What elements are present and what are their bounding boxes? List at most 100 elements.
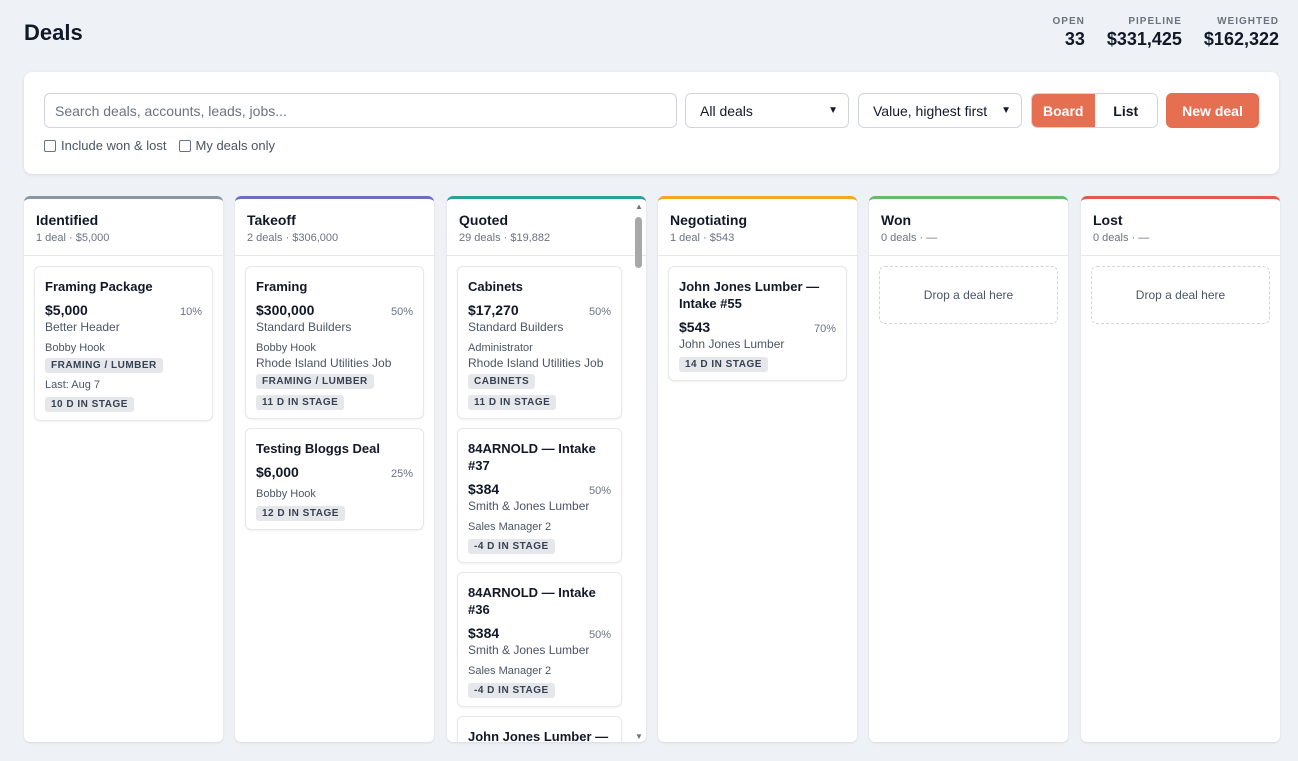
column-body: Drop a deal here — [1081, 256, 1280, 742]
deal-probability: 50% — [588, 485, 611, 497]
deal-value-row: $384 50% — [468, 481, 611, 497]
column-summary: 1 deal · $543 — [670, 232, 735, 244]
deal-value: $6,000 — [256, 464, 299, 480]
column-body: Cabinets $17,270 50% Standard Builders A… — [447, 256, 646, 742]
deal-title: 84ARNOLD — Intake #37 — [468, 441, 596, 473]
stat-pipeline: PIPELINE $331,425 — [1107, 16, 1182, 50]
deal-job: Rhode Island Utilities Job — [256, 356, 392, 370]
column-header: Won 0 deals · — — [869, 199, 1068, 256]
deal-account: John Jones Lumber — [679, 337, 785, 351]
column-title: Quoted — [459, 212, 508, 228]
stats-summary: OPEN 33 PIPELINE $331,425 WEIGHTED $162,… — [1053, 16, 1280, 50]
column-header: Identified 1 deal · $5,000 — [24, 199, 223, 256]
deal-card[interactable]: Framing Package $5,000 10% Better Header… — [34, 266, 213, 421]
deal-value: $17,270 — [468, 302, 519, 318]
scrollbar-thumb[interactable] — [635, 217, 642, 268]
filter-checkboxes: Include won & lost My deals only — [44, 138, 275, 153]
column-summary: 29 deals · $19,882 — [459, 232, 551, 244]
column-body: Drop a deal here — [869, 256, 1068, 742]
deal-stage-age: -4 D IN STAGE — [468, 683, 555, 698]
chevron-down-icon: ▼ — [828, 105, 838, 116]
deal-stage-age: 12 D IN STAGE — [256, 506, 345, 521]
toolbar: All deals ▼ Value, highest first ▼ Board… — [24, 72, 1279, 174]
column-summary: 2 deals · $306,000 — [247, 232, 339, 244]
scroll-up-icon[interactable]: ▲ — [635, 202, 643, 211]
deal-title: Framing Package — [45, 279, 153, 294]
stat-label: OPEN — [1052, 16, 1085, 27]
deal-probability: 10% — [179, 306, 202, 318]
deal-tag: FRAMING / LUMBER — [256, 374, 374, 389]
deal-account: Standard Builders — [468, 320, 564, 334]
deal-value: $300,000 — [256, 302, 315, 318]
deal-title: 84ARNOLD — Intake #36 — [468, 585, 596, 617]
column-title: Won — [881, 212, 912, 228]
new-deal-button[interactable]: New deal — [1166, 93, 1259, 128]
deal-card[interactable]: Cabinets $17,270 50% Standard Builders A… — [457, 266, 622, 419]
column-takeoff: Takeoff 2 deals · $306,000 Framing $300,… — [235, 196, 434, 742]
deal-value-row: $6,000 25% — [256, 464, 413, 480]
deal-stage-age: 14 D IN STAGE — [679, 357, 768, 372]
deal-value: $384 — [468, 481, 500, 497]
deal-filter-select[interactable]: All deals ▼ — [685, 93, 849, 128]
column-header: Quoted 29 deals · $19,882 — [447, 199, 646, 256]
deal-account: Better Header — [45, 320, 120, 334]
column-header: Takeoff 2 deals · $306,000 — [235, 199, 434, 256]
column-won: Won 0 deals · — Drop a deal here — [869, 196, 1068, 742]
deal-value: $5,000 — [45, 302, 88, 318]
board-view-button[interactable]: Board — [1032, 94, 1095, 127]
sort-select[interactable]: Value, highest first ▼ — [858, 93, 1022, 128]
deal-title: Framing — [256, 279, 308, 294]
chevron-down-icon: ▼ — [1001, 105, 1011, 116]
stat-value: $331,425 — [1106, 29, 1182, 49]
checkbox-icon[interactable] — [44, 139, 56, 152]
column-identified: Identified 1 deal · $5,000 Framing Packa… — [24, 196, 223, 742]
column-body: John Jones Lumber — Intake #55 $543 70% … — [658, 256, 857, 742]
column-quoted: Quoted 29 deals · $19,882 Cabinets $17,2… — [447, 196, 646, 742]
drop-zone[interactable]: Drop a deal here — [1091, 266, 1270, 324]
column-header: Lost 0 deals · — — [1081, 199, 1280, 256]
stat-open: OPEN 33 — [1053, 16, 1085, 50]
list-view-button[interactable]: List — [1094, 94, 1157, 127]
column-summary: 1 deal · $5,000 — [36, 232, 110, 244]
deal-title: John Jones Lumber — — [468, 729, 609, 742]
checkbox-icon[interactable] — [178, 139, 191, 152]
deal-value: $543 — [679, 319, 711, 335]
column-scrollbar[interactable]: ▲ ▼ — [632, 199, 646, 742]
deal-title: Cabinets — [468, 279, 523, 294]
deal-stage-age: -4 D IN STAGE — [468, 539, 555, 554]
my-deals-only-checkbox[interactable]: My deals only — [178, 138, 275, 153]
deal-account: Smith & Jones Lumber — [468, 643, 590, 657]
deal-value-row: $384 50% — [468, 625, 611, 641]
deal-owner: Sales Manager 2 — [468, 521, 552, 533]
include-won-lost-checkbox[interactable]: Include won & lost — [44, 138, 167, 153]
deal-probability: 50% — [390, 306, 413, 318]
deal-card[interactable]: John Jones Lumber — Intake #55 $543 70% … — [668, 266, 847, 381]
deal-title: Testing Bloggs Deal — [256, 441, 380, 456]
deal-card[interactable]: 84ARNOLD — Intake #37 $384 50% Smith & J… — [457, 428, 622, 563]
column-body: Framing $300,000 50% Standard Builders B… — [235, 256, 434, 742]
sort-value: Value, highest first — [873, 102, 988, 119]
deal-owner: Sales Manager 2 — [468, 665, 552, 677]
checkbox-label: My deals only — [195, 138, 275, 153]
column-title: Negotiating — [670, 212, 747, 228]
deal-card[interactable]: Testing Bloggs Deal $6,000 25% Bobby Hoo… — [245, 428, 424, 530]
deal-tag: FRAMING / LUMBER — [45, 358, 163, 373]
checkbox-label: Include won & lost — [61, 138, 167, 153]
column-body: Framing Package $5,000 10% Better Header… — [24, 256, 223, 742]
deal-card[interactable]: Framing $300,000 50% Standard Builders B… — [245, 266, 424, 419]
stat-label: WEIGHTED — [1217, 16, 1279, 27]
deal-account: Standard Builders — [256, 320, 352, 334]
deal-stage-age: 11 D IN STAGE — [468, 395, 557, 410]
deal-probability: 50% — [588, 629, 611, 641]
scroll-down-icon[interactable]: ▼ — [635, 732, 643, 741]
deal-card[interactable]: John Jones Lumber — — [457, 716, 622, 742]
search-input[interactable] — [44, 93, 677, 128]
deal-owner: Bobby Hook — [45, 342, 105, 354]
stat-weighted: WEIGHTED $162,322 — [1204, 16, 1279, 50]
deal-card[interactable]: 84ARNOLD — Intake #36 $384 50% Smith & J… — [457, 572, 622, 707]
deal-probability: 70% — [813, 323, 836, 335]
drop-zone[interactable]: Drop a deal here — [879, 266, 1058, 324]
stat-value: $162,322 — [1203, 29, 1279, 49]
deal-probability: 25% — [390, 468, 413, 480]
deal-value-row: $17,270 50% — [468, 302, 611, 318]
